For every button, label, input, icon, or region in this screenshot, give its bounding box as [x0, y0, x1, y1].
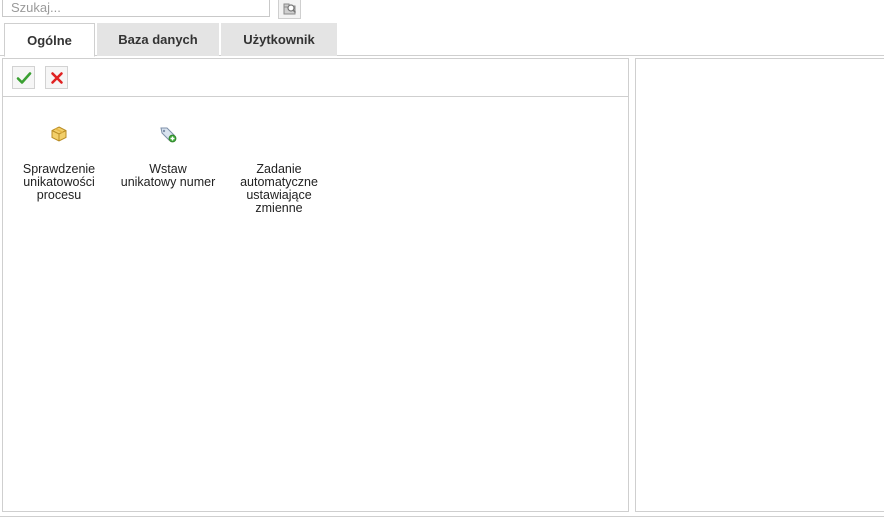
search-box — [2, 0, 270, 17]
cross-icon — [50, 71, 63, 84]
tab-label: Ogólne — [27, 32, 72, 48]
tab-label: Baza danych — [118, 32, 198, 47]
accept-button[interactable] — [12, 66, 35, 89]
search-button[interactable] — [278, 0, 301, 19]
search-folder-icon — [283, 3, 297, 15]
search-input[interactable] — [11, 0, 261, 15]
tab-uzytkownik[interactable]: Użytkownik — [221, 23, 337, 56]
tab-ogolne[interactable]: Ogólne — [4, 23, 95, 57]
item-wstaw-unikatowy-numer[interactable]: Wstaw unikatowy numer — [113, 125, 223, 189]
toolbar — [3, 59, 628, 97]
cancel-button[interactable] — [45, 66, 68, 89]
details-panel — [635, 58, 884, 512]
item-label: Sprawdzenie unikatowości procesu — [22, 162, 96, 202]
tab-bar: Ogólne Baza danych Użytkownik — [0, 22, 884, 57]
item-sprawdzenie-unikatowosci[interactable]: Sprawdzenie unikatowości procesu — [9, 125, 109, 202]
item-zadanie-automatyczne[interactable]: Zadanie automatyczne ustawiające zmienne — [229, 125, 329, 215]
checkmark-icon — [16, 71, 31, 84]
tab-baza-danych[interactable]: Baza danych — [97, 23, 219, 56]
package-icon — [50, 125, 68, 143]
item-label: Wstaw unikatowy numer — [120, 162, 216, 189]
items-panel: Sprawdzenie unikatowości procesu Wstaw u… — [2, 58, 629, 512]
tab-label: Użytkownik — [243, 32, 315, 47]
tag-add-icon — [159, 125, 177, 143]
empty-icon — [270, 125, 288, 143]
item-label: Zadanie automatyczne ustawiające zmienne — [240, 162, 318, 215]
